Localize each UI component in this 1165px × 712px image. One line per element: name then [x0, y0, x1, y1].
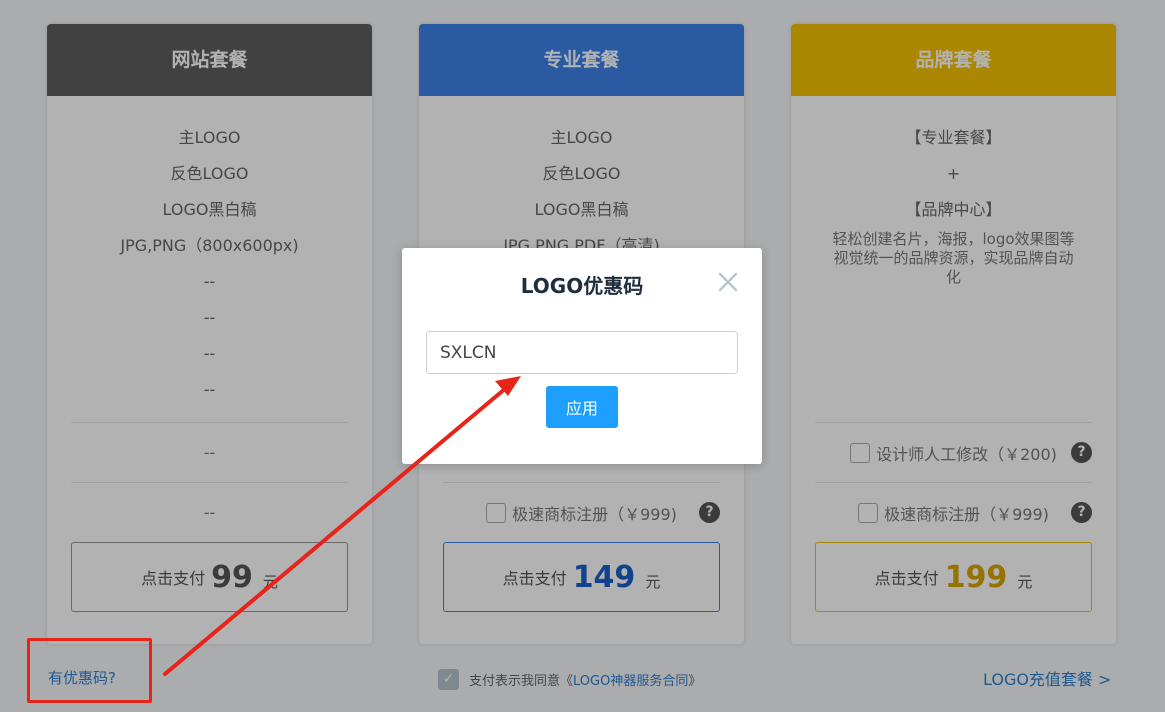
pricing-page: 网站套餐 主LOGO 反色LOGO LOGO黑白稿 JPG,PNG（800x60… — [0, 0, 1165, 712]
annotation-arrow — [163, 376, 521, 676]
